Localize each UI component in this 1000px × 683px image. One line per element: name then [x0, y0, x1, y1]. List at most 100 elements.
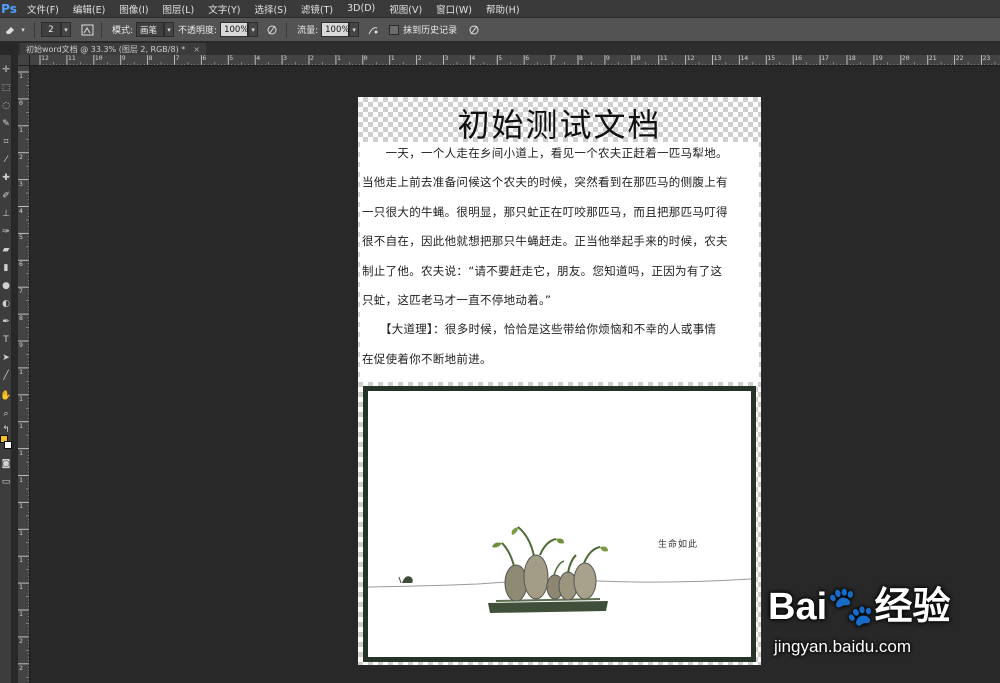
history-brush-tool-icon[interactable]: ✑ — [0, 225, 12, 238]
eyedropper-tool-icon[interactable]: ⁄ — [0, 153, 12, 166]
ruler-tick-label: 11 — [659, 55, 668, 62]
ruler-tick-label: 1 — [19, 583, 23, 592]
ruler-tick-label: 1 — [19, 556, 23, 565]
mode-dropdown-icon[interactable]: ▾ — [164, 22, 175, 37]
menu-filter[interactable]: 滤镜(T) — [294, 2, 340, 16]
menu-type[interactable]: 文字(Y) — [201, 2, 247, 16]
story-line: 当他走上前去准备问候这个农夫的时候，突然看到在那匹马的侧腹上有 — [362, 175, 728, 189]
background-color-swatch[interactable] — [4, 441, 12, 449]
ruler-tick-label: 1 — [19, 448, 23, 457]
menu-help[interactable]: 帮助(H) — [479, 2, 527, 16]
tools-panel: ✛ ⬚ ◌ ✎ ⌗ ⁄ ✚ ✐ ⊥ ✑ ▰ ▮ ● ◐ ✒ T ➤ ╱ ✋ ⌕ … — [0, 55, 12, 683]
opacity-dropdown-icon[interactable]: ▾ — [248, 22, 259, 37]
story-line: 在促使着你不断地前进。 — [362, 352, 492, 366]
ruler-tick-label: 0 — [19, 98, 23, 107]
clone-stamp-tool-icon[interactable]: ⊥ — [0, 207, 12, 220]
move-tool-icon[interactable]: ✛ — [0, 63, 12, 76]
line-tool-icon[interactable]: ╱ — [0, 369, 12, 382]
screen-mode-icon[interactable]: ▭ — [0, 475, 12, 488]
ruler-tick-label: 4 — [471, 55, 476, 62]
hand-tool-icon[interactable]: ✋ — [0, 389, 12, 402]
menu-layer[interactable]: 图层(L) — [156, 2, 202, 16]
eraser-tool-icon[interactable] — [2, 22, 18, 38]
quick-select-tool-icon[interactable]: ✎ — [0, 117, 12, 130]
story-line: 只虻，这匹老马才一直不停地动着。” — [362, 293, 552, 307]
story-line: 一只很大的牛蝇。很明显，那只虻正在叮咬那匹马，而且把那匹马叮得 — [362, 205, 728, 219]
menu-view[interactable]: 视图(V) — [382, 2, 429, 16]
divider — [34, 21, 35, 38]
history-checkbox[interactable] — [389, 24, 400, 35]
crop-tool-icon[interactable]: ⌗ — [0, 135, 12, 148]
ruler-tick-label: 5 — [229, 55, 234, 62]
airbrush-icon[interactable] — [365, 22, 381, 38]
brush-tool-icon[interactable]: ✐ — [0, 189, 12, 202]
menu-window[interactable]: 窗口(W) — [429, 2, 479, 16]
sprout-illustration-drawing — [368, 526, 751, 613]
ruler-tick-label: 10 — [632, 55, 641, 62]
ruler-tick-label: 21 — [928, 55, 937, 62]
document-tab[interactable]: 初始word文档 @ 33.3% (图层 2, RGB/8) * × — [20, 43, 206, 55]
quick-mask-icon[interactable]: ◙ — [0, 457, 12, 470]
brush-picker-dropdown[interactable]: ▾ — [61, 22, 71, 37]
ruler-tick-label: 5 — [19, 233, 23, 242]
ruler-tick-label: 2 — [19, 152, 23, 161]
menu-bar: Ps 文件(F) 编辑(E) 图像(I) 图层(L) 文字(Y) 选择(S) 滤… — [0, 0, 1000, 18]
ruler-tick-label: 11 — [67, 55, 76, 62]
path-select-tool-icon[interactable]: ➤ — [0, 351, 12, 364]
gradient-tool-icon[interactable]: ▮ — [0, 261, 12, 274]
flow-input[interactable]: 100% — [321, 22, 349, 37]
healing-brush-tool-icon[interactable]: ✚ — [0, 171, 12, 184]
tab-close-icon[interactable]: × — [193, 45, 200, 54]
menu-select[interactable]: 选择(S) — [247, 2, 293, 16]
marquee-tool-icon[interactable]: ⬚ — [0, 81, 12, 94]
ruler-tick-label: 1 — [19, 610, 23, 618]
history-label: 抹到历史记录 — [403, 26, 458, 36]
document-canvas[interactable]: 初始测试文档 一天，一个人走在乡间小道上，看见一个农夫正赶着一匹马犁地。 当他走… — [358, 97, 761, 665]
ruler-tick-label: 22 — [955, 55, 964, 62]
blur-tool-icon[interactable]: ● — [0, 279, 12, 292]
ruler-tick-label: 1 — [19, 72, 23, 80]
mode-label: 模式: — [112, 26, 134, 36]
type-tool-icon[interactable]: T — [0, 333, 12, 346]
menu-image[interactable]: 图像(I) — [112, 2, 155, 16]
brush-panel-icon[interactable] — [79, 22, 95, 38]
dodge-tool-icon[interactable]: ◐ — [0, 297, 12, 310]
ruler-tick-label: 1 — [336, 55, 341, 62]
ruler-tick-label: 5 — [498, 55, 503, 62]
ruler-tick-label: 8 — [148, 55, 153, 62]
ruler-tick-label: 1 — [19, 529, 23, 538]
flow-label: 流量: — [297, 26, 319, 36]
ruler-tick-label: 12 — [41, 55, 49, 62]
pressure-size-icon[interactable] — [466, 22, 482, 38]
tool-preset-dropdown[interactable]: ▾ — [18, 22, 28, 37]
pressure-opacity-icon[interactable] — [264, 22, 280, 38]
ruler-tick-label: 6 — [525, 55, 530, 62]
lasso-tool-icon[interactable]: ◌ — [0, 99, 12, 112]
ruler-tick-label: 7 — [552, 55, 557, 62]
vertical-ruler[interactable]: 101234567891111111111222 — [18, 66, 30, 683]
zoom-tool-icon[interactable]: ⌕ — [0, 407, 12, 420]
ruler-origin[interactable] — [18, 55, 30, 66]
illustration-caption: 生命如此 — [658, 540, 699, 550]
ruler-tick-label: 20 — [901, 55, 910, 62]
mode-select[interactable]: 画笔 — [136, 22, 165, 37]
ruler-tick-label: 9 — [19, 341, 23, 349]
menu-3d[interactable]: 3D(D) — [340, 3, 382, 14]
pen-tool-icon[interactable]: ✒ — [0, 315, 12, 328]
ruler-tick-label: 4 — [256, 55, 261, 62]
ruler-tick-label: 8 — [19, 314, 23, 323]
document-tab-bar: 初始word文档 @ 33.3% (图层 2, RGB/8) * × — [18, 43, 1000, 55]
eraser-tool-icon[interactable]: ▰ — [0, 243, 12, 256]
story-text-block: 一天，一个人走在乡间小道上，看见一个农夫正赶着一匹马犁地。 当他走上前去准备问候… — [360, 142, 759, 382]
menu-edit[interactable]: 编辑(E) — [66, 2, 112, 16]
ruler-tick-label: 9 — [121, 55, 126, 62]
flow-dropdown-icon[interactable]: ▾ — [349, 22, 360, 37]
ruler-tick-label: 3 — [19, 179, 23, 188]
horizontal-ruler[interactable]: 12 11 10 9 8 7 6 5 4 3 2 1 0 1 2 3 4 5 6 7 8 9 10 11 12 13 14 15 16 1… — [30, 55, 1000, 66]
ruler-tick-label: 4 — [19, 206, 23, 215]
menu-file[interactable]: 文件(F) — [20, 2, 66, 16]
opacity-input[interactable]: 100% — [220, 22, 248, 37]
brush-size-picker[interactable]: 2 — [41, 22, 61, 37]
document-tab-title: 初始word文档 @ 33.3% (图层 2, RGB/8) * — [26, 44, 186, 54]
ruler-tick-label: 9 — [605, 55, 610, 62]
